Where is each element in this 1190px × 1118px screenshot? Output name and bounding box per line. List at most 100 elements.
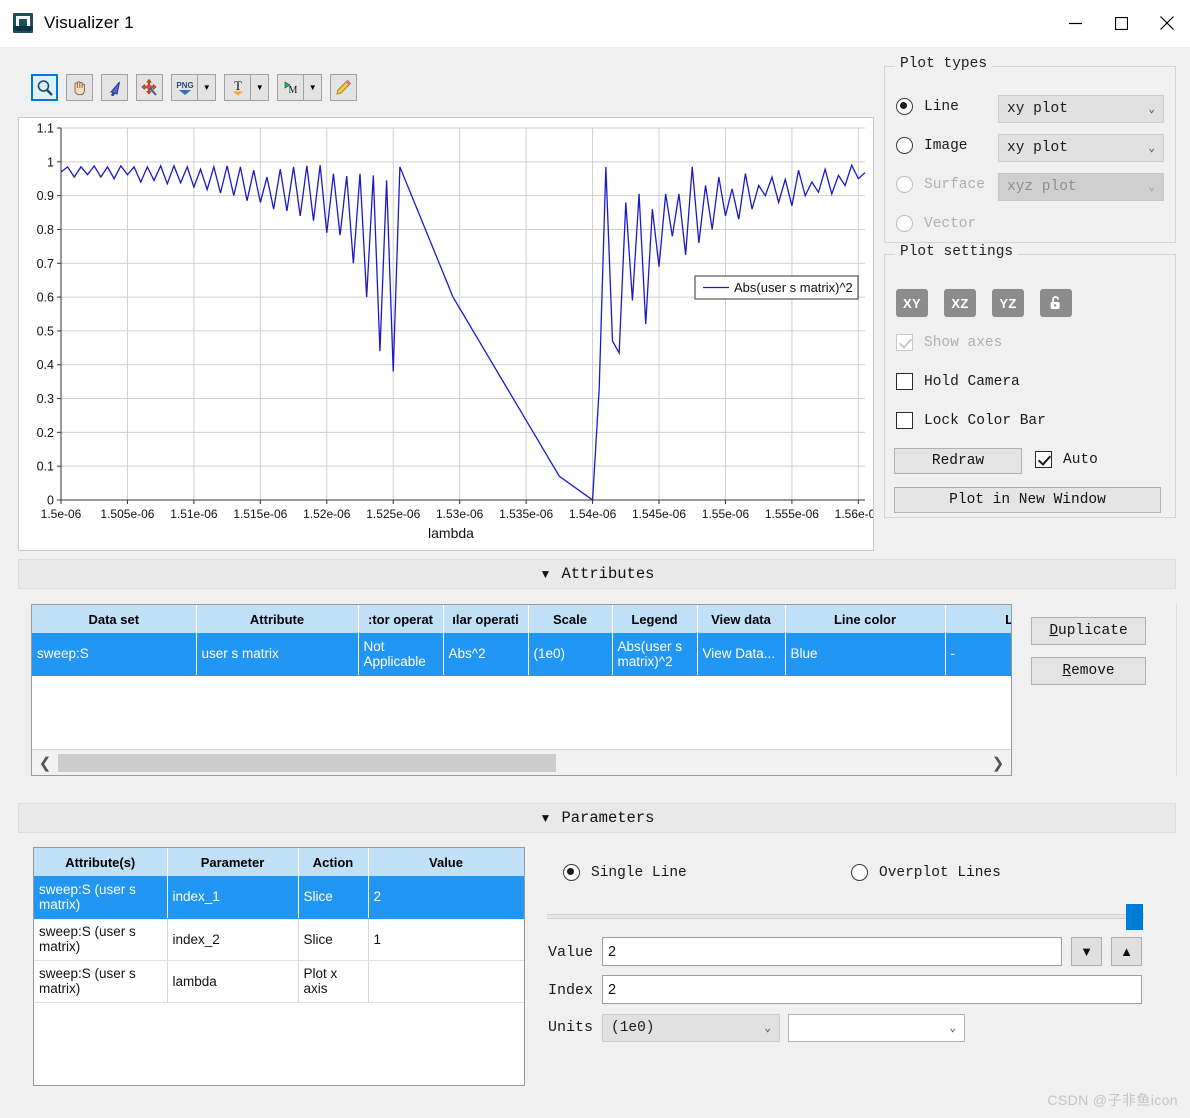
plot-type-image-combo[interactable]: xy plot ⌄ bbox=[998, 134, 1164, 162]
export-png-tool-button[interactable]: PNG ▼ bbox=[171, 74, 216, 101]
column-header[interactable]: Value bbox=[368, 848, 524, 876]
pan-tool-button[interactable] bbox=[66, 74, 93, 101]
table-row[interactable]: sweep:S user s matrix Not Applicable Abs^2(… bbox=[32, 633, 1011, 676]
table-cell[interactable]: 2 bbox=[368, 876, 524, 919]
table-cell[interactable]: 1 bbox=[368, 918, 524, 961]
table-cell[interactable]: - bbox=[945, 633, 1011, 676]
plot-type-surface-combo: xyz plot ⌄ bbox=[998, 173, 1164, 201]
table-cell[interactable]: sweep:S bbox=[32, 633, 197, 676]
svg-text:lambda: lambda bbox=[428, 525, 474, 541]
move-tool-button[interactable] bbox=[136, 74, 163, 101]
hold-camera-checkbox[interactable]: Hold Camera bbox=[896, 373, 1020, 390]
marker-tool-button[interactable]: M ▼ bbox=[277, 74, 322, 101]
column-header[interactable]: Attribute bbox=[196, 605, 359, 633]
svg-text:0.6: 0.6 bbox=[37, 291, 54, 305]
minimize-button[interactable] bbox=[1052, 0, 1098, 47]
duplicate-button[interactable]: Duplicate bbox=[1031, 617, 1146, 645]
single-line-radio[interactable]: Single Line bbox=[563, 864, 687, 881]
parameters-table-box[interactable]: Attribute(s) Parameter Action Value sweep:S… bbox=[33, 847, 525, 1086]
plot-type-vector-radio: Vector bbox=[896, 215, 976, 232]
text-tool-button[interactable]: T ▼ bbox=[224, 74, 269, 101]
column-header[interactable]: View data bbox=[697, 605, 786, 633]
attributes-table[interactable]: Data set Attribute:tor operat ılar operati… bbox=[32, 605, 1011, 676]
column-header[interactable]: Scale bbox=[528, 605, 613, 633]
table-cell[interactable] bbox=[368, 960, 524, 1003]
table-cell[interactable]: (1e0) bbox=[528, 633, 613, 676]
units-combo[interactable]: (1e0) ⌄ bbox=[602, 1014, 780, 1042]
column-header[interactable]: Action bbox=[298, 848, 369, 876]
plot-canvas[interactable]: 0 0.1 0.2 0.3 0.4 0.5 0.6 0.7 0.8 0.9 1 1.1 1.5e-06 1… bbox=[18, 117, 874, 551]
table-cell[interactable]: lambda bbox=[167, 960, 299, 1003]
value-increment-button[interactable]: ▲ bbox=[1111, 937, 1142, 966]
plot-in-new-window-button[interactable]: Plot in New Window bbox=[894, 487, 1161, 513]
plot-type-line-radio[interactable]: Line bbox=[896, 98, 959, 115]
scrollbar-track[interactable] bbox=[58, 753, 985, 772]
chevron-down-icon[interactable]: ▼ bbox=[304, 75, 321, 100]
column-header[interactable]: Parameter bbox=[167, 848, 299, 876]
plot-type-vector-label: Vector bbox=[924, 215, 977, 232]
auto-redraw-checkbox[interactable]: Auto bbox=[1035, 451, 1098, 468]
lock-view-button[interactable] bbox=[1040, 289, 1072, 317]
table-cell[interactable]: user s matrix bbox=[196, 633, 359, 676]
view-xz-button[interactable]: XZ bbox=[944, 289, 976, 317]
table-row[interactable]: sweep:S (user s matrix) lambda Plot x axis bbox=[34, 960, 524, 1003]
parameters-section-header[interactable]: ▼ Parameters bbox=[18, 803, 1176, 833]
maximize-button[interactable] bbox=[1098, 0, 1144, 47]
units-secondary-combo[interactable]: ⌄ bbox=[788, 1014, 965, 1042]
attributes-header-label: Attributes bbox=[561, 565, 655, 583]
table-cell[interactable]: Abs^2 bbox=[443, 633, 529, 676]
lock-color-bar-checkbox[interactable]: Lock Color Bar bbox=[896, 412, 1046, 429]
view-yz-label: YZ bbox=[999, 295, 1017, 311]
zoom-tool-button[interactable] bbox=[31, 74, 58, 101]
column-header[interactable]: Legend bbox=[612, 605, 698, 633]
checkbox-indicator bbox=[896, 373, 913, 390]
column-header[interactable]: ılar operati bbox=[443, 605, 529, 633]
view-xy-button[interactable]: XY bbox=[896, 289, 928, 317]
remove-button[interactable]: Remove bbox=[1031, 657, 1146, 685]
select-tool-button[interactable] bbox=[101, 74, 128, 101]
redraw-button[interactable]: Redraw bbox=[894, 448, 1022, 474]
svg-text:0.4: 0.4 bbox=[37, 358, 54, 372]
attributes-section-header[interactable]: ▼ Attributes bbox=[18, 559, 1176, 589]
chevron-down-icon[interactable]: ▼ bbox=[251, 75, 268, 100]
view-yz-button[interactable]: YZ bbox=[992, 289, 1024, 317]
parameter-slider-track[interactable] bbox=[547, 914, 1144, 919]
table-row[interactable]: sweep:S (user s matrix) index_1 Slice 2 bbox=[34, 876, 524, 919]
table-cell[interactable]: sweep:S (user s matrix) bbox=[34, 960, 168, 1003]
table-row[interactable]: sweep:S (user s matrix) index_2 Slice 1 bbox=[34, 918, 524, 961]
scrollbar-thumb[interactable] bbox=[58, 753, 556, 772]
plot-type-image-radio[interactable]: Image bbox=[896, 137, 968, 154]
close-button[interactable] bbox=[1144, 0, 1190, 47]
chevron-right-icon[interactable]: ❯ bbox=[985, 750, 1011, 776]
table-cell[interactable]: sweep:S (user s matrix) bbox=[34, 918, 168, 961]
table-cell[interactable]: Slice bbox=[298, 918, 369, 961]
overplot-lines-radio[interactable]: Overplot Lines bbox=[851, 864, 1001, 881]
index-input[interactable]: 2 bbox=[602, 975, 1142, 1004]
edit-pencil-tool-button[interactable] bbox=[330, 74, 357, 101]
chevron-down-icon: ⌄ bbox=[1148, 182, 1155, 194]
table-cell[interactable]: Slice bbox=[298, 876, 369, 919]
attributes-horizontal-scrollbar[interactable]: ❮ ❯ bbox=[32, 749, 1011, 775]
table-cell[interactable]: View Data... bbox=[697, 633, 786, 676]
value-input[interactable]: 2 bbox=[602, 937, 1062, 966]
chevron-down-icon[interactable]: ▼ bbox=[198, 75, 215, 100]
chevron-left-icon[interactable]: ❮ bbox=[32, 750, 58, 776]
parameter-slider-thumb[interactable] bbox=[1126, 904, 1143, 930]
column-header[interactable]: :tor operat bbox=[358, 605, 444, 633]
column-header[interactable]: Line color bbox=[785, 605, 946, 633]
value-decrement-button[interactable]: ▼ bbox=[1071, 937, 1102, 966]
table-cell[interactable]: Abs(user s matrix)^2 bbox=[612, 633, 698, 676]
table-cell[interactable]: Blue bbox=[785, 633, 946, 676]
table-cell[interactable]: sweep:S (user s matrix) bbox=[34, 876, 168, 919]
index-input-text: 2 bbox=[608, 981, 617, 998]
table-cell[interactable]: Not Applicable bbox=[358, 633, 444, 676]
plot-type-line-combo[interactable]: xy plot ⌄ bbox=[998, 95, 1164, 123]
attributes-table-box[interactable]: Data set Attribute:tor operat ılar operati… bbox=[31, 604, 1012, 776]
parameters-table[interactable]: Attribute(s) Parameter Action Value sweep:S… bbox=[34, 848, 524, 1003]
column-header[interactable]: Line bbox=[945, 605, 1011, 633]
table-cell[interactable]: index_2 bbox=[167, 918, 299, 961]
column-header[interactable]: Attribute(s) bbox=[34, 848, 168, 876]
column-header[interactable]: Data set bbox=[32, 605, 197, 633]
table-cell[interactable]: Plot x axis bbox=[298, 960, 369, 1003]
table-cell[interactable]: index_1 bbox=[167, 876, 299, 919]
